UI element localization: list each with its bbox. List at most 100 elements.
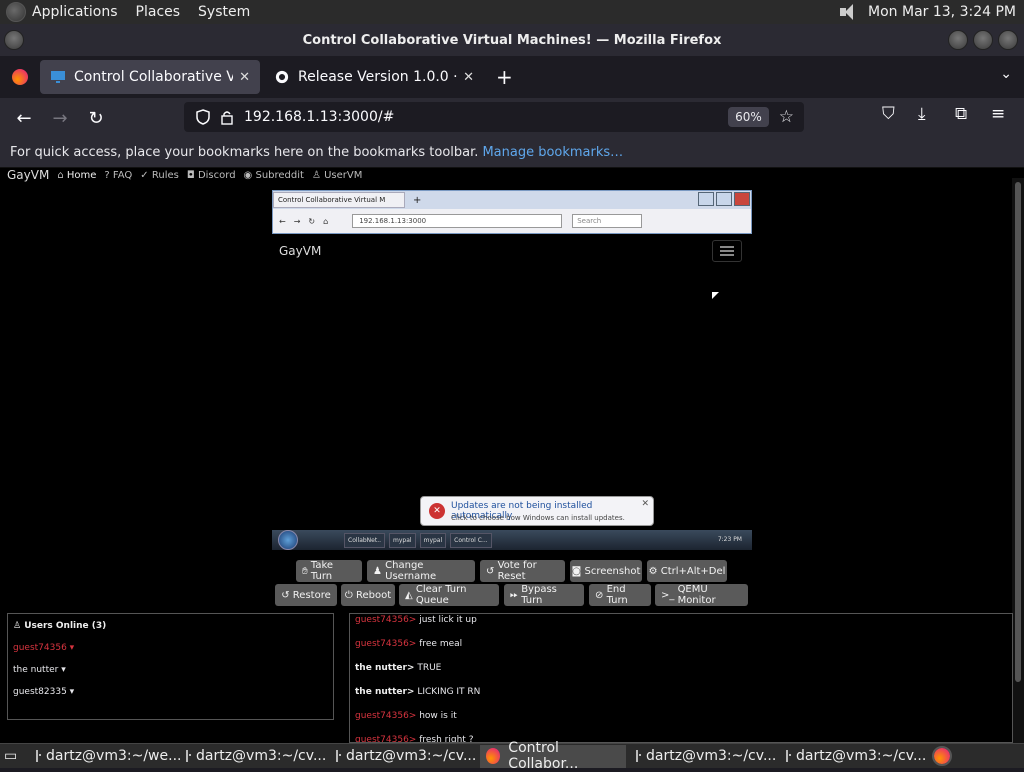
reboot-button[interactable]: ⏻ Reboot bbox=[341, 584, 395, 606]
manage-bookmarks-link[interactable]: Manage bookmarks… bbox=[482, 145, 623, 160]
distro-logo-icon[interactable] bbox=[6, 2, 26, 22]
navigation-toolbar: ← → ↻ 192.168.1.13:3000/# 60% ☆ ⛉ ⤓ ⧉ ≡ bbox=[0, 98, 1024, 138]
forward-button[interactable]: → bbox=[42, 108, 78, 129]
terminal-icon: >_ bbox=[661, 589, 678, 601]
window-menu-button[interactable] bbox=[4, 30, 24, 50]
taskbar-item-terminal[interactable]: dartz@vm3:~/cv... bbox=[780, 745, 926, 768]
windows-start-orb-icon bbox=[278, 530, 298, 550]
nav-discord[interactable]: ◘ Discord bbox=[187, 170, 236, 181]
close-tab-icon[interactable]: ✕ bbox=[239, 70, 250, 85]
vm-maximize-icon bbox=[716, 192, 732, 206]
user-list-item[interactable]: the nutter ▾ bbox=[8, 665, 333, 675]
users-icon: ♟ bbox=[373, 565, 386, 577]
fast-forward-icon: ⏩︎ bbox=[510, 589, 522, 601]
page-content: GayVM ⌂ Home ? FAQ ✓ Rules ◘ Discord ◉ S… bbox=[0, 168, 1024, 743]
clear-turn-queue-button[interactable]: ◭ Clear Turn Queue bbox=[399, 584, 499, 606]
change-username-button[interactable]: ♟ Change Username bbox=[367, 560, 475, 582]
bookmark-star-icon[interactable]: ☆ bbox=[779, 107, 794, 127]
terminal-icon bbox=[636, 750, 641, 762]
panel-clock[interactable]: Mon Mar 13, 3:24 PM bbox=[868, 4, 1016, 20]
system-menu[interactable]: System bbox=[198, 4, 250, 20]
end-turn-button[interactable]: ⊘ End Turn bbox=[589, 584, 651, 606]
taskbar-item-terminal[interactable]: dartz@vm3:~/cv... bbox=[630, 745, 776, 768]
vm-display[interactable]: Control Collaborative Virtual M + ← → ↻ … bbox=[272, 190, 752, 550]
window-titlebar: Control Collaborative Virtual Machines! … bbox=[0, 24, 1024, 56]
nav-uservm[interactable]: ♙ UserVM bbox=[312, 170, 362, 181]
volume-icon[interactable] bbox=[840, 4, 858, 20]
maximize-button[interactable] bbox=[973, 30, 993, 50]
downloads-icon[interactable]: ⤓ bbox=[918, 104, 926, 124]
page-info-icon[interactable] bbox=[220, 109, 234, 125]
user-icon: ♙ bbox=[13, 621, 25, 631]
reload-button[interactable]: ↻ bbox=[78, 108, 114, 129]
vote-reset-button[interactable]: ↺ Vote for Reset bbox=[480, 560, 565, 582]
page-scrollbar[interactable] bbox=[1012, 178, 1024, 743]
eraser-icon: ◭ bbox=[405, 589, 416, 601]
zoom-level[interactable]: 60% bbox=[728, 107, 769, 127]
vm-home-icon: ⌂ bbox=[323, 216, 329, 226]
top-panel: Applications Places System Mon Mar 13, 3… bbox=[0, 0, 1024, 24]
firefox-view-icon[interactable] bbox=[12, 69, 28, 85]
vm-page-brand: GayVM bbox=[279, 244, 322, 258]
tab-release-version[interactable]: Release Version 1.0.0 · raspi ✕ bbox=[264, 60, 484, 94]
gear-icon: ⚙ bbox=[648, 565, 661, 577]
user-icon: ♙ bbox=[311, 169, 321, 181]
taskbar-item-terminal[interactable]: dartz@vm3:~/cv... bbox=[180, 745, 326, 768]
site-brand[interactable]: GayVM bbox=[7, 168, 49, 182]
vm-clock: 7:23 PM bbox=[717, 536, 742, 543]
url-bar[interactable]: 192.168.1.13:3000/# 60% ☆ bbox=[184, 102, 804, 132]
home-icon: ⌂ bbox=[57, 169, 64, 181]
ctrl-alt-del-button[interactable]: ⚙ Ctrl+Alt+Del bbox=[647, 560, 727, 582]
taskbar-item-firefox[interactable]: Control Collabor... bbox=[480, 740, 626, 772]
places-menu[interactable]: Places bbox=[136, 4, 181, 20]
close-tab-icon[interactable]: ✕ bbox=[463, 70, 474, 85]
screenshot-button[interactable]: ◙ Screenshot bbox=[570, 560, 642, 582]
extensions-icon[interactable]: ⧉ bbox=[955, 104, 967, 124]
qemu-monitor-button[interactable]: >_ QEMU Monitor bbox=[655, 584, 748, 606]
restore-button[interactable]: ↺ Restore bbox=[275, 584, 337, 606]
nav-rules[interactable]: ✓ Rules bbox=[140, 170, 179, 181]
app-menu-icon[interactable]: ≡ bbox=[991, 104, 1005, 124]
user-list-item[interactable]: guest74356 ▾ bbox=[8, 643, 333, 653]
back-button[interactable]: ← bbox=[6, 108, 42, 129]
applications-menu[interactable]: Applications bbox=[32, 4, 118, 20]
pocket-icon[interactable]: ⛉ bbox=[882, 104, 895, 124]
vm-task-item: CollabNet.. bbox=[344, 532, 386, 548]
vm-close-icon bbox=[734, 192, 750, 206]
vm-forward-icon: → bbox=[293, 216, 301, 226]
bottom-taskbar: ▭ dartz@vm3:~/we... dartz@vm3:~/cv... da… bbox=[0, 740, 1024, 772]
minimize-button[interactable] bbox=[948, 30, 968, 50]
close-window-button[interactable] bbox=[998, 30, 1018, 50]
show-desktop-icon[interactable]: ▭ bbox=[4, 748, 30, 764]
vm-hamburger-icon bbox=[712, 240, 742, 262]
list-all-tabs-icon[interactable]: ⌄ bbox=[1000, 66, 1012, 82]
users-header: ♙ Users Online (3) bbox=[13, 621, 107, 631]
tab-control-collaborative[interactable]: Control Collaborative Virtua ✕ bbox=[40, 60, 260, 94]
new-tab-button[interactable]: + bbox=[496, 65, 513, 89]
nav-faq[interactable]: ? FAQ bbox=[104, 170, 132, 181]
vm-url-bar: 192.168.1.13:3000 bbox=[352, 214, 563, 228]
vm-update-balloon: ✕ Updates are not being installed automa… bbox=[420, 496, 654, 526]
terminal-icon bbox=[186, 750, 191, 762]
nav-home[interactable]: ⌂ Home bbox=[57, 170, 96, 181]
nav-subreddit[interactable]: ◉ Subreddit bbox=[244, 170, 304, 181]
take-turn-button[interactable]: ✋︎ Take Turn bbox=[296, 560, 362, 582]
user-list-item[interactable]: guest82335 ▾ bbox=[8, 687, 333, 697]
taskbar-item-terminal[interactable]: dartz@vm3:~/we... bbox=[30, 745, 181, 768]
vm-reload-icon: ↻ bbox=[308, 216, 316, 226]
vm-task-item: Control C... bbox=[450, 532, 492, 548]
tracking-shield-icon[interactable] bbox=[196, 109, 210, 125]
camera-icon: ◙ bbox=[571, 565, 585, 577]
bypass-turn-button[interactable]: ⏩︎ Bypass Turn bbox=[504, 584, 584, 606]
firefox-launcher-icon[interactable] bbox=[932, 746, 952, 766]
url-text[interactable]: 192.168.1.13:3000/# bbox=[244, 109, 728, 125]
chat-message: the nutter> LICKING IT RN bbox=[355, 687, 481, 697]
balloon-close-icon: ✕ bbox=[641, 499, 649, 509]
rules-icon: ✓ bbox=[140, 169, 149, 181]
vm-task-item: mypal bbox=[419, 532, 447, 548]
taskbar-item-terminal[interactable]: dartz@vm3:~/cv... bbox=[330, 745, 476, 768]
chat-log[interactable]: guest74356> just lick it up guest74356> … bbox=[349, 613, 1013, 743]
tab-strip: Control Collaborative Virtua ✕ Release V… bbox=[0, 56, 1024, 98]
power-icon: ⏻ bbox=[344, 589, 356, 601]
chat-message: guest74356> free meal bbox=[355, 639, 463, 649]
